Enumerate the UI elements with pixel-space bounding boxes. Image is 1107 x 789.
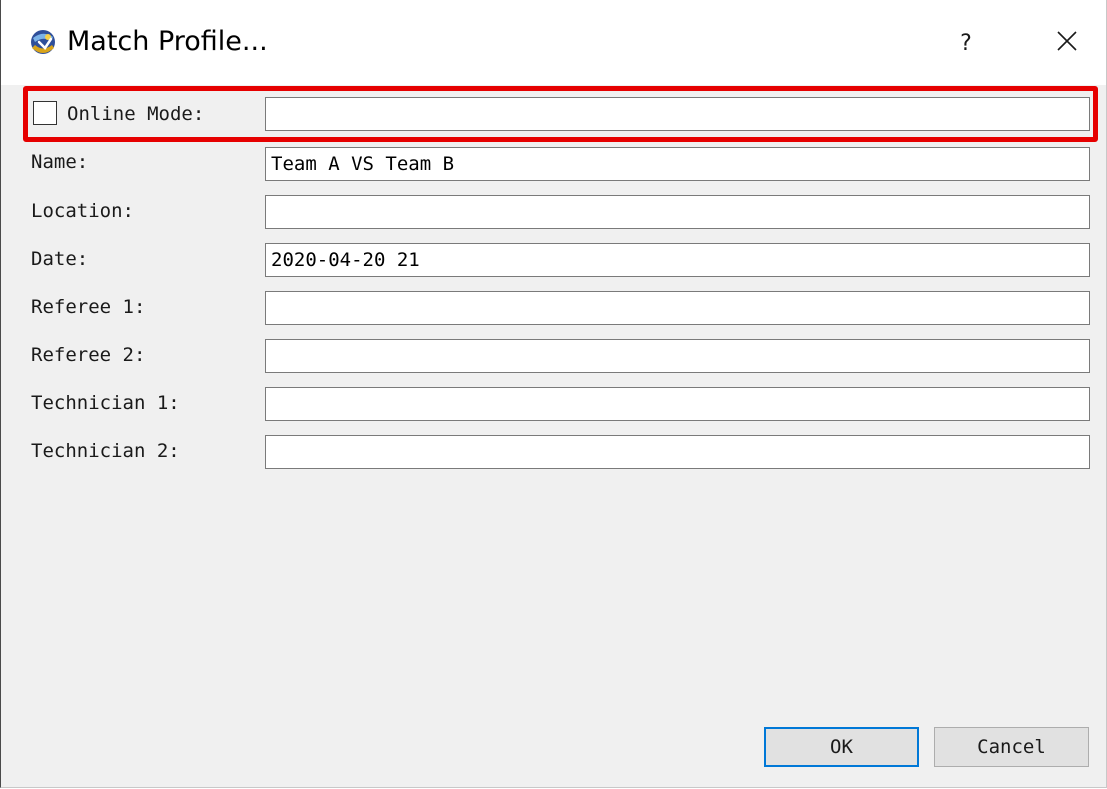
date-label: Date: [31,248,89,270]
online-mode-checkbox[interactable] [33,101,57,125]
technician-1-label: Technician 1: [31,392,180,414]
name-field[interactable] [265,147,1090,181]
referee-1-label: Referee 1: [31,296,146,318]
ok-button[interactable]: OK [764,727,919,767]
app-logo-icon [29,28,57,56]
help-button[interactable]: ? [936,18,996,68]
close-button[interactable] [1037,18,1097,68]
match-profile-dialog: Match Profile... ? Online Mode: Name: Lo… [0,0,1107,788]
close-icon [1056,30,1078,57]
date-field[interactable] [265,243,1090,277]
online-mode-label: Online Mode: [67,103,205,125]
dialog-title: Match Profile... [67,26,268,57]
referee-1-field[interactable] [265,291,1090,325]
location-label: Location: [31,200,134,222]
technician-2-label: Technician 2: [31,440,180,462]
cancel-button[interactable]: Cancel [934,727,1089,767]
technician-2-field[interactable] [265,435,1090,469]
online-mode-input[interactable] [265,97,1090,131]
referee-2-label: Referee 2: [31,344,146,366]
name-label: Name: [31,151,89,173]
technician-1-field[interactable] [265,387,1090,421]
location-field[interactable] [265,195,1090,229]
referee-2-field[interactable] [265,339,1090,373]
title-bar[interactable]: Match Profile... ? [1,0,1106,85]
